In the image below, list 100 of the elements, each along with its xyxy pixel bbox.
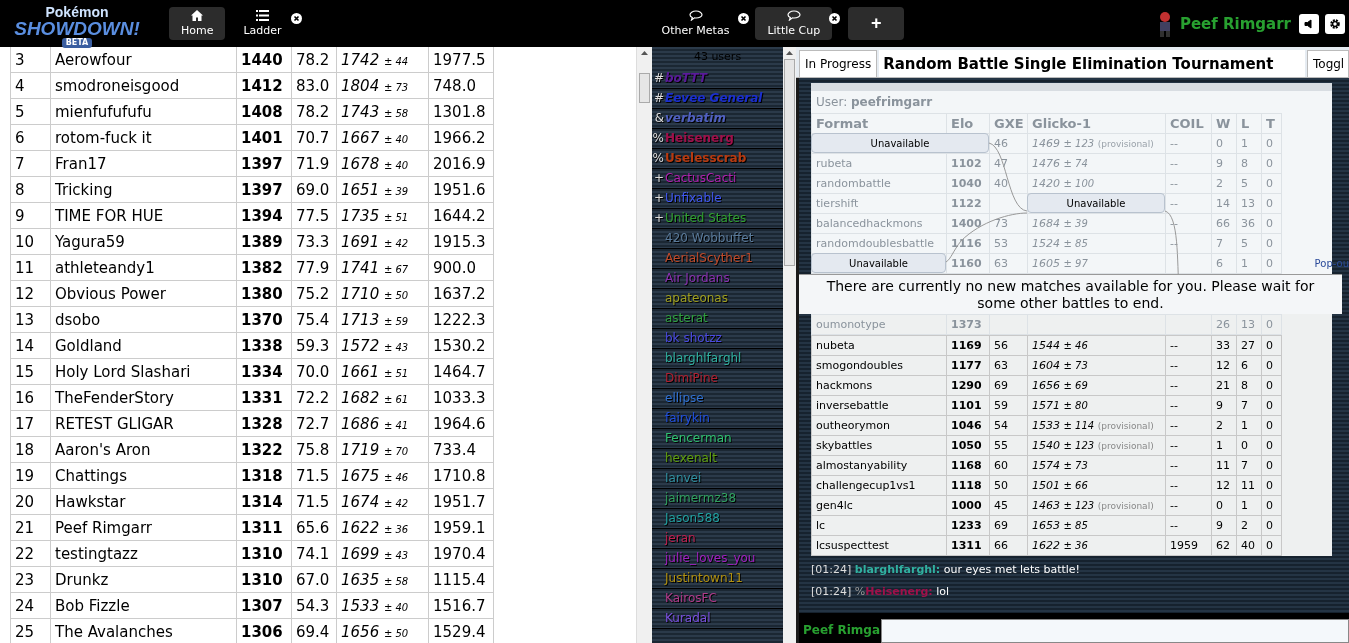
nav-tab[interactable]: Ladder (231, 7, 294, 40)
coil-cell: 1637.2 (428, 280, 494, 307)
rank-cell: 14 (10, 332, 51, 359)
room-tab[interactable]: Little Cup (755, 7, 833, 40)
scrollbar[interactable] (783, 47, 796, 643)
coil-cell: 1516.7 (428, 592, 494, 619)
close-icon[interactable] (829, 13, 841, 24)
glicko-cell: 1501 ± 66 (1027, 475, 1166, 496)
message-input[interactable] (881, 619, 1349, 643)
table-cell: tiershift (816, 197, 859, 210)
settings-button[interactable] (1325, 13, 1345, 34)
rank-cell: 21 (10, 514, 51, 541)
room-tab[interactable]: Other Metas (649, 7, 742, 40)
glicko-cell: 1684 ± 39 (1032, 217, 1088, 230)
player-name[interactable]: smodroneisgood (50, 72, 237, 99)
elo-cell: 1394 (236, 202, 292, 229)
player-name[interactable]: TheFenderStory (50, 384, 237, 411)
ties-cell: 0 (1261, 535, 1282, 556)
gxe-cell: 50 (989, 475, 1028, 496)
table-cell: -- (1170, 197, 1178, 210)
elo-cell: 1233 (946, 515, 990, 536)
format-cell: inversebattle (811, 395, 947, 416)
table-cell: 7 (1216, 237, 1223, 250)
chat-message: [01:24] %Heisenerg: lol (811, 584, 951, 600)
rank-cell: 13 (10, 306, 51, 333)
sound-button[interactable] (1299, 13, 1319, 34)
scroll-up-icon[interactable] (786, 51, 793, 55)
glicko-cell: 1661 ± 51 (336, 358, 429, 385)
player-name[interactable]: Hawkstar (50, 488, 237, 515)
close-icon[interactable] (738, 13, 750, 24)
elo-cell: 1382 (236, 254, 292, 281)
gxe-cell: 66 (989, 535, 1028, 556)
rank-cell: 22 (10, 540, 51, 567)
scroll-thumb[interactable] (784, 59, 795, 266)
new-room-button[interactable]: + (848, 7, 905, 40)
scrollbar[interactable] (636, 47, 652, 643)
table-cell: 1122 (951, 197, 982, 210)
coil-cell: 1115.4 (428, 566, 494, 593)
player-name[interactable]: Chattings (50, 462, 237, 489)
table-cell: 1160 (951, 257, 982, 270)
player-name[interactable]: Fran17 (50, 150, 237, 177)
toggle-button[interactable]: Toggl (1307, 50, 1349, 77)
losses-cell: 7 (1236, 395, 1262, 416)
elo-cell: 1168 (946, 455, 990, 476)
player-name[interactable]: rotom-fuck it (50, 124, 237, 151)
elo-cell: 1380 (236, 280, 292, 307)
player-name[interactable]: athleteandy1 (50, 254, 237, 281)
gxe-cell: 56 (989, 335, 1028, 356)
player-name[interactable]: Aerowfour (50, 47, 237, 73)
player-name[interactable]: RETEST GLIGAR (50, 410, 237, 437)
table-cell: 14 (1216, 197, 1230, 210)
glicko-cell: 1675 ± 46 (336, 462, 429, 489)
logo-badge: BETA (61, 37, 93, 48)
in-progress-tab[interactable]: In Progress (799, 50, 878, 77)
table-cell: 13 (1241, 318, 1255, 331)
player-name[interactable]: TIME FOR HUE (50, 202, 237, 229)
elo-cell: 1408 (236, 98, 292, 125)
format-cell: smogondoubles (811, 355, 947, 376)
player-name[interactable]: Holy Lord Slashari (50, 358, 237, 385)
gxe-cell: 45 (989, 495, 1028, 516)
rank-cell: 5 (10, 98, 51, 125)
scroll-up-icon[interactable] (641, 51, 648, 55)
player-name[interactable]: mienfufufufu (50, 98, 237, 125)
player-name[interactable]: Yagura59 (50, 228, 237, 255)
glicko-cell: 1533 ± 40 (336, 592, 429, 619)
player-name[interactable]: dsobo (50, 306, 237, 333)
gxe-cell: 75.4 (291, 306, 337, 333)
rank-cell: 4 (10, 72, 51, 99)
player-name[interactable]: Aaron's Aron (50, 436, 237, 463)
close-icon[interactable] (290, 13, 302, 24)
coil-cell: 1530.2 (428, 332, 494, 359)
player-name[interactable]: Tricking (50, 176, 237, 203)
player-name[interactable]: testingtazz (50, 540, 237, 567)
coil-cell: 1301.8 (428, 98, 494, 125)
player-name[interactable]: Goldland (50, 332, 237, 359)
table-cell: 9 (1216, 157, 1223, 170)
player-name[interactable]: Bob Fizzle (50, 592, 237, 619)
logo[interactable]: Pokémon SHOWDOWN! BETA (2, 2, 152, 45)
username[interactable]: Peef Rimgarr (1179, 14, 1291, 33)
glicko-cell: 1524 ± 85 (1032, 237, 1088, 250)
elo-cell: 1311 (946, 535, 990, 556)
elo-cell: 1334 (236, 358, 292, 385)
player-name[interactable]: Drunkz (50, 566, 237, 593)
elo-cell: 1290 (946, 375, 990, 396)
player-name[interactable]: Obvious Power (50, 280, 237, 307)
scroll-thumb[interactable] (639, 73, 650, 103)
format-cell: gen4lc (811, 495, 947, 516)
speech-bubble-icon (786, 10, 801, 21)
pop-out-link[interactable]: Pop-ou (1314, 258, 1349, 269)
coil-cell: -- (1165, 495, 1212, 516)
player-name[interactable]: Peef Rimgarr (50, 514, 237, 541)
nav-tab[interactable]: Home (169, 7, 226, 40)
table-cell: 0 (1266, 318, 1273, 331)
glicko-cell: 1571 ± 80 (1027, 395, 1166, 416)
chat-message: [01:24] blarghlfarghl: our eyes met lets battle! (811, 562, 1081, 578)
table-cell: 1 (1241, 257, 1248, 270)
glicko-cell: 1710 ± 50 (336, 280, 429, 307)
format-cell: skybattles (811, 435, 947, 456)
table-cell: randombattle (816, 177, 891, 190)
gxe-cell: 65.6 (291, 514, 337, 541)
